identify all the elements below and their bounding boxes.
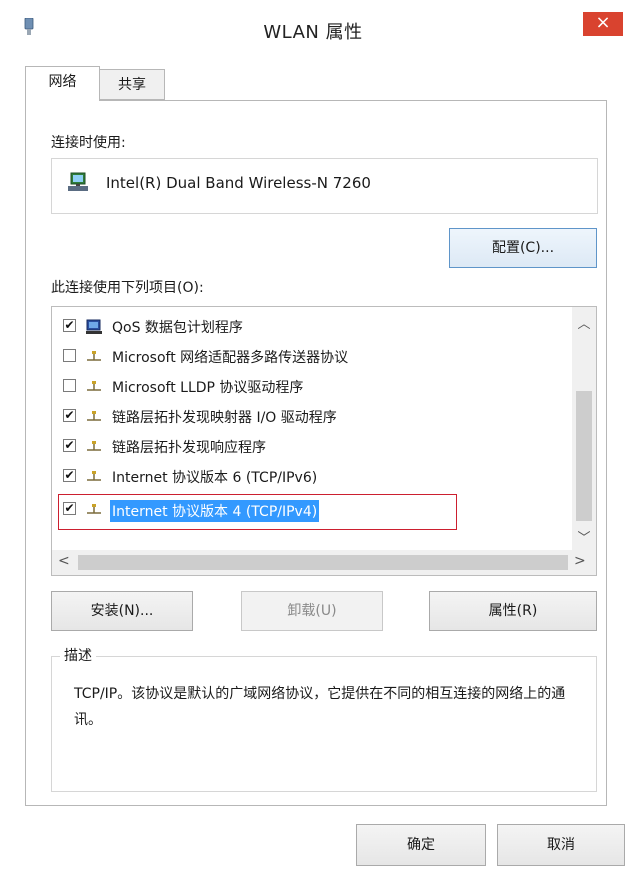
- checkbox[interactable]: ✔: [63, 319, 76, 332]
- device-name: Intel(R) Dual Band Wireless-N 7260: [106, 174, 371, 192]
- tab-network[interactable]: 网络: [25, 66, 100, 101]
- qos-packet-icon: [86, 319, 102, 334]
- checkbox[interactable]: ✔: [63, 439, 76, 452]
- description-text: TCP/IP。该协议是默认的广域网络协议，它提供在不同的相互连接的网络上的通讯。: [74, 686, 566, 728]
- network-protocol-icon: [87, 471, 101, 481]
- checkbox[interactable]: ✔: [63, 469, 76, 482]
- install-button[interactable]: 安装(N)...: [51, 591, 193, 631]
- scroll-right-icon[interactable]: >: [574, 553, 586, 569]
- checkbox[interactable]: ✔: [63, 409, 76, 422]
- ok-button[interactable]: 确定: [356, 824, 486, 866]
- network-protocol-icon: [87, 351, 101, 361]
- scroll-thumb[interactable]: [576, 391, 592, 521]
- list-item[interactable]: ✔ 链路层拓扑发现响应程序: [52, 432, 573, 462]
- window-title: WLAN 属性: [263, 22, 363, 43]
- checkbox[interactable]: [63, 379, 76, 392]
- item-label: 链路层拓扑发现响应程序: [112, 440, 266, 456]
- description-legend: 描述: [60, 645, 96, 665]
- scroll-thumb[interactable]: [78, 555, 568, 570]
- network-protocol-icon: [87, 381, 101, 391]
- cancel-button[interactable]: 取消: [497, 824, 625, 866]
- list-item[interactable]: ✔ 链路层拓扑发现映射器 I/O 驱动程序: [52, 402, 573, 432]
- uninstall-button[interactable]: 卸载(U): [241, 591, 383, 631]
- tab-sharing[interactable]: 共享: [100, 69, 165, 100]
- scroll-down-icon[interactable]: ﹀: [572, 527, 596, 546]
- item-label: Microsoft LLDP 协议驱动程序: [112, 380, 304, 396]
- list-item[interactable]: ✔ Internet 协议版本 6 (TCP/IPv6): [52, 462, 573, 492]
- items-label: 此连接使用下列项目(O):: [51, 280, 204, 296]
- configure-button[interactable]: 配置(C)...: [449, 228, 597, 268]
- title-bar: WLAN 属性 ×: [0, 0, 626, 50]
- list-item[interactable]: Microsoft 网络适配器多路传送器协议: [52, 342, 573, 372]
- selection-highlight: [58, 494, 457, 530]
- vertical-scrollbar[interactable]: ︿ ﹀: [572, 307, 596, 550]
- connect-using-label: 连接时使用:: [51, 135, 126, 151]
- list-item[interactable]: Microsoft LLDP 协议驱动程序: [52, 372, 573, 402]
- close-button[interactable]: ×: [583, 12, 623, 36]
- device-box: Intel(R) Dual Band Wireless-N 7260: [51, 158, 598, 214]
- item-label: Microsoft 网络适配器多路传送器协议: [112, 350, 349, 366]
- scroll-left-icon[interactable]: <: [58, 553, 70, 569]
- network-card-icon: [68, 172, 88, 191]
- list-item[interactable]: ✔ QoS 数据包计划程序: [52, 312, 573, 342]
- properties-button[interactable]: 属性(R): [429, 591, 597, 631]
- network-protocol-icon: [87, 411, 101, 421]
- checkbox[interactable]: [63, 349, 76, 362]
- network-protocol-icon: [87, 441, 101, 451]
- horizontal-scrollbar[interactable]: < >: [52, 550, 596, 575]
- item-label: QoS 数据包计划程序: [112, 320, 243, 336]
- item-label: Internet 协议版本 6 (TCP/IPv6): [112, 470, 318, 486]
- scroll-up-icon[interactable]: ︿: [572, 313, 596, 332]
- component-list[interactable]: ✔ QoS 数据包计划程序 Microsoft 网络适配器多路传送器协议 Mic…: [51, 306, 597, 576]
- item-label: 链路层拓扑发现映射器 I/O 驱动程序: [112, 410, 337, 426]
